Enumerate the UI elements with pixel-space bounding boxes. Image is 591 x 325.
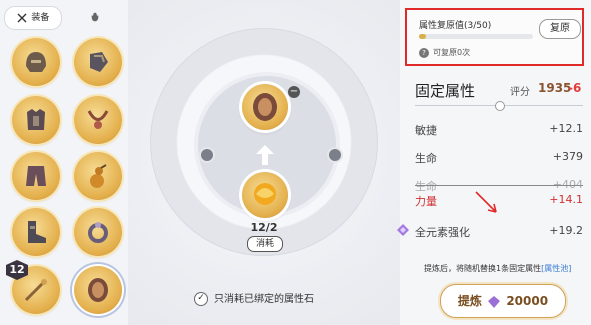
help-icon[interactable]: ? — [419, 48, 429, 58]
attribute-value: +379 — [552, 150, 583, 163]
attribute-value: +12.1 — [549, 122, 583, 135]
tab-equipment-label: 装备 — [31, 13, 50, 23]
restore-count: 可复原0次 — [433, 48, 471, 57]
score-value: 1935 — [538, 81, 572, 95]
attribute-row: 全元素强化 +19.2 — [415, 224, 583, 242]
refine-button[interactable]: 提炼 20000 — [440, 284, 566, 318]
hint-text: 提炼后，将随机替换1条固定属性 — [424, 264, 542, 273]
tab-equipment[interactable]: 装备 — [4, 6, 62, 30]
consume-button[interactable]: 消耗 — [247, 236, 283, 252]
attribute-value: +14.1 — [549, 193, 583, 206]
divider-dot — [495, 101, 505, 111]
restore-panel: 属性复原值(3/50) 复原 ? 可复原0次 — [405, 8, 584, 66]
equip-slot-gourd[interactable] — [74, 152, 122, 200]
red-arrow-annotation — [475, 191, 497, 213]
refine-cost: 20000 — [506, 294, 549, 308]
equip-slot-pants[interactable] — [12, 152, 60, 200]
ring-node-right — [327, 147, 343, 163]
stone-count: 12/2 — [250, 221, 278, 234]
element-gem-icon — [397, 224, 409, 236]
gourd-icon — [90, 164, 107, 188]
restore-title: 属性复原值(3/50) — [419, 21, 492, 31]
attribute-pool-link[interactable]: [属性池] — [541, 264, 571, 273]
helmet-icon — [26, 52, 46, 72]
fixed-attributes-title: 固定属性 — [415, 82, 476, 100]
bag-icon — [91, 12, 99, 21]
attribute-stone-slot[interactable] — [242, 172, 288, 218]
attribute-name: 生命 — [415, 152, 437, 165]
arrow-up-icon — [256, 145, 274, 165]
equip-slot-ring[interactable] — [74, 208, 122, 256]
equip-slot-shield[interactable] — [74, 266, 122, 314]
attribute-row: 生命 +379 — [415, 150, 583, 168]
boots-icon — [28, 221, 46, 243]
score-label: 评分 — [510, 87, 530, 98]
restore-progress-bar — [419, 34, 533, 39]
attribute-name: 生命 — [415, 180, 437, 193]
ring-node-left — [199, 147, 215, 163]
equip-slot-boots[interactable] — [12, 208, 60, 256]
gauntlet-icon — [90, 52, 108, 72]
staff-icon — [24, 279, 47, 302]
remove-equipment-button[interactable]: − — [288, 86, 300, 98]
attribute-value: +19.2 — [549, 224, 583, 237]
shield-icon — [253, 93, 277, 121]
score-delta: -6 — [568, 81, 582, 95]
equip-slot-armor[interactable] — [12, 96, 60, 144]
attribute-row: 敏捷 +12.1 — [415, 122, 583, 140]
bind-only-label: 只消耗已绑定的属性石 — [214, 294, 314, 305]
check-icon[interactable]: ✓ — [194, 292, 208, 306]
bind-only-option[interactable]: ✓ 只消耗已绑定的属性石 — [194, 292, 314, 308]
equip-slot-gauntlet[interactable] — [74, 38, 122, 86]
attribute-name: 敏捷 — [415, 124, 437, 137]
equipment-sidebar: 装备 12 — [0, 0, 128, 325]
attribute-name: 全元素强化 — [415, 226, 470, 239]
pants-icon — [26, 166, 46, 186]
ring-icon — [88, 222, 108, 243]
armor-icon — [27, 109, 45, 130]
refine-stage: − 12/2 消耗 ✓ 只消耗已绑定的属性石 — [128, 0, 400, 325]
strikethrough-line — [415, 185, 583, 186]
tab-bag[interactable] — [68, 6, 124, 28]
refine-hint: 提炼后，将随机替换1条固定属性[属性池] — [424, 263, 571, 274]
refine-label: 提炼 — [457, 294, 482, 308]
sidebar-tabs: 装备 — [4, 6, 124, 30]
restore-progress-fill — [419, 34, 426, 39]
attribute-stone-icon — [254, 183, 276, 205]
necklace-icon — [87, 110, 109, 129]
currency-crystal-icon — [488, 295, 501, 308]
attribute-name: 力量 — [415, 195, 437, 208]
restore-button[interactable]: 复原 — [539, 19, 581, 39]
equip-slot-helmet[interactable] — [12, 38, 60, 86]
equip-slot-staff[interactable]: 12 — [6, 260, 60, 314]
shield-icon — [88, 278, 108, 302]
crossed-swords-icon — [17, 13, 27, 22]
equip-slot-necklace[interactable] — [74, 96, 122, 144]
target-equipment-slot[interactable] — [242, 84, 288, 130]
